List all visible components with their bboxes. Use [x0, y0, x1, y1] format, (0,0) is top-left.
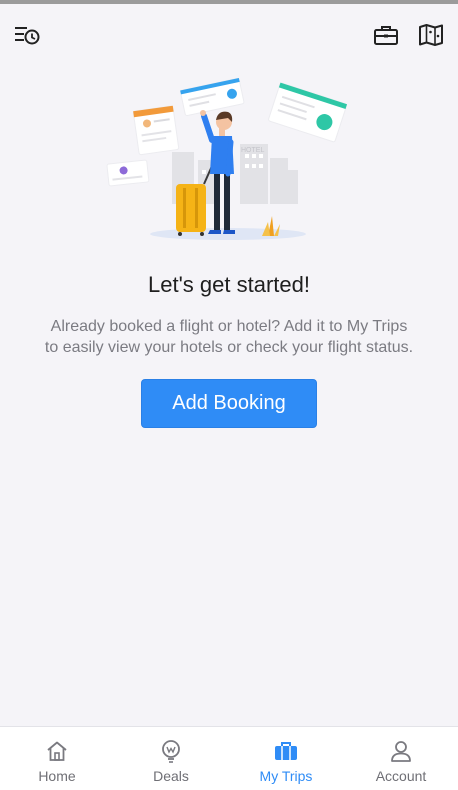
trips-briefcase-icon — [275, 742, 297, 760]
nav-deals-label: Deals — [153, 768, 189, 784]
map-icon — [419, 24, 443, 46]
nav-account[interactable]: Account — [344, 727, 458, 790]
empty-state-description: Already booked a flight or hotel? Add it… — [30, 316, 428, 358]
empty-state-title: Let's get started! — [148, 272, 310, 297]
account-icon — [391, 741, 411, 762]
recent-history-button[interactable] — [12, 20, 42, 50]
nav-home-label: Home — [38, 768, 76, 784]
add-booking-button[interactable]: Add Booking — [141, 379, 317, 428]
nav-home[interactable]: Home — [0, 727, 114, 790]
nav-deals[interactable]: Deals — [114, 727, 228, 790]
home-icon — [47, 741, 67, 761]
nav-account-label: Account — [375, 768, 427, 784]
description-line-2: to easily view your hotels or check your… — [44, 339, 414, 356]
recent-history-icon — [15, 27, 40, 45]
briefcase-icon — [374, 26, 398, 45]
empty-state-illustration: HOTEL — [100, 77, 360, 248]
bottom-navigation: Home Deals My Trips Account — [0, 726, 458, 790]
hotel-sign: HOTEL — [241, 147, 264, 154]
map-button[interactable] — [416, 20, 446, 50]
deals-bulb-icon — [162, 740, 180, 763]
description-line-1: Already booked a flight or hotel? Add it… — [50, 318, 408, 335]
top-bar — [0, 4, 458, 62]
briefcase-button[interactable] — [371, 20, 401, 50]
nav-my-trips-label: My Trips — [259, 768, 313, 784]
nav-my-trips[interactable]: My Trips — [229, 727, 343, 790]
